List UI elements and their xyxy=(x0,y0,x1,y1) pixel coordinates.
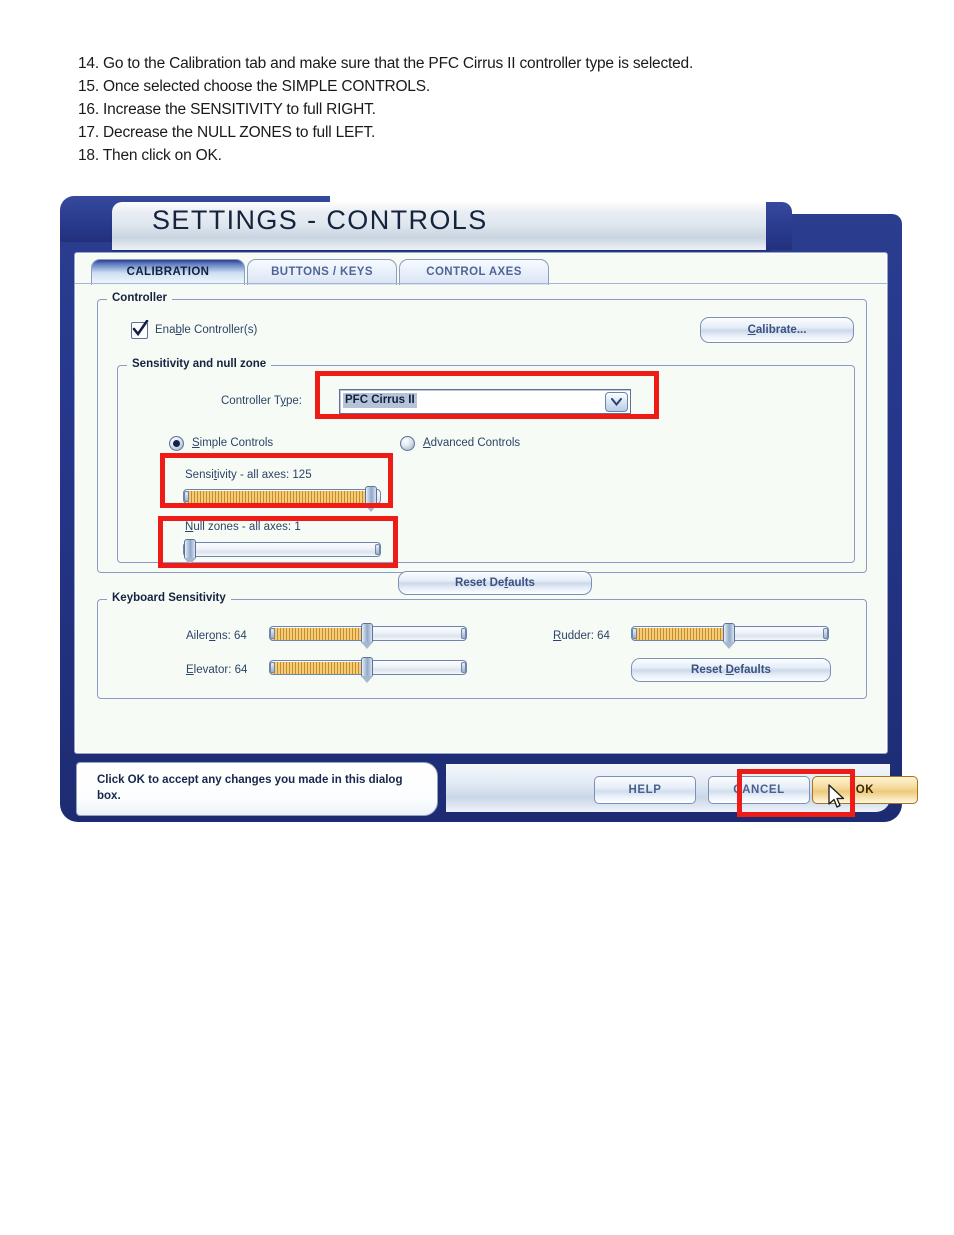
tab-underline xyxy=(75,283,887,284)
keyboard-sensitivity-group xyxy=(97,599,867,699)
ailerons-slider[interactable] xyxy=(269,623,467,649)
rudder-slider-cap-left xyxy=(632,628,637,639)
checkmark-icon xyxy=(132,320,149,337)
reset-defaults-button-sensitivity[interactable]: Reset Defaults xyxy=(398,571,592,595)
status-hint-text: Click OK to accept any changes you made … xyxy=(97,774,403,802)
page-title: SETTINGS - CONTROLS xyxy=(152,205,488,235)
ailerons-slider-cap-left xyxy=(270,628,275,639)
ailerons-slider-thumb[interactable] xyxy=(361,623,373,649)
instruction-item: 14. Go to the Calibration tab and make s… xyxy=(78,55,694,72)
ailerons-label: Ailerons: 64 xyxy=(186,630,247,642)
calibrate-button[interactable]: Calibrate... xyxy=(700,317,854,343)
controller-group-title: Controller xyxy=(107,292,172,304)
settings-controls-dialog: SETTINGS - CONTROLS CALIBRATION BUTTONS … xyxy=(60,196,918,822)
instruction-item: 17. Decrease the NULL ZONES to full LEFT… xyxy=(78,124,376,141)
radio-simple-controls-label: Simple Controls xyxy=(192,437,274,449)
tab-buttons-keys[interactable]: BUTTONS / KEYS xyxy=(247,259,397,285)
annotation-ok-button xyxy=(737,769,855,817)
help-button[interactable]: HELP xyxy=(594,776,696,804)
elevator-slider-cap-right xyxy=(461,662,466,673)
radio-advanced-controls-label: Advanced Controls xyxy=(423,437,521,449)
annotation-controller-type xyxy=(315,371,659,419)
elevator-slider-thumb[interactable] xyxy=(361,657,373,683)
rudder-value: 64 xyxy=(597,630,610,642)
instruction-item: 16. Increase the SENSITIVITY to full RIG… xyxy=(78,101,376,118)
rudder-slider-thumb[interactable] xyxy=(723,623,735,649)
keyboard-group-title: Keyboard Sensitivity xyxy=(107,592,231,604)
elevator-value: 64 xyxy=(234,664,248,676)
elevator-label: Elevator: 64 xyxy=(186,664,248,676)
ailerons-slider-cap-right xyxy=(461,628,466,639)
enable-controllers-label: Enable Controller(s) xyxy=(155,324,258,336)
status-hint-bar: Click OK to accept any changes you made … xyxy=(76,762,438,816)
rudder-slider-cap-right xyxy=(823,628,828,639)
elevator-slider-fill xyxy=(271,662,368,674)
controller-type-label: Controller Type: xyxy=(221,395,302,407)
radio-simple-controls[interactable] xyxy=(169,436,184,451)
rudder-slider[interactable] xyxy=(631,623,829,649)
instruction-list: 14. Go to the Calibration tab and make s… xyxy=(78,52,878,167)
enable-controllers-checkbox[interactable] xyxy=(131,320,149,339)
elevator-slider-cap-left xyxy=(270,662,275,673)
rudder-slider-fill xyxy=(633,628,730,640)
instruction-item: 18. Then click on OK. xyxy=(78,147,222,164)
ailerons-slider-fill xyxy=(271,628,368,640)
reset-defaults-button-keyboard[interactable]: Reset Defaults xyxy=(631,658,831,682)
ailerons-value: 64 xyxy=(233,630,247,642)
tab-calibration[interactable]: CALIBRATION xyxy=(91,259,245,285)
annotation-sensitivity xyxy=(160,453,393,508)
instruction-item: 15. Once selected choose the SIMPLE CONT… xyxy=(78,78,430,95)
elevator-slider[interactable] xyxy=(269,657,467,683)
radio-advanced-controls[interactable] xyxy=(400,436,415,451)
sensitivity-group-title: Sensitivity and null zone xyxy=(127,358,272,370)
annotation-nullzones xyxy=(158,516,398,568)
rudder-label: Rudder: 64 xyxy=(553,630,610,642)
tab-control-axes[interactable]: CONTROL AXES xyxy=(399,259,549,285)
